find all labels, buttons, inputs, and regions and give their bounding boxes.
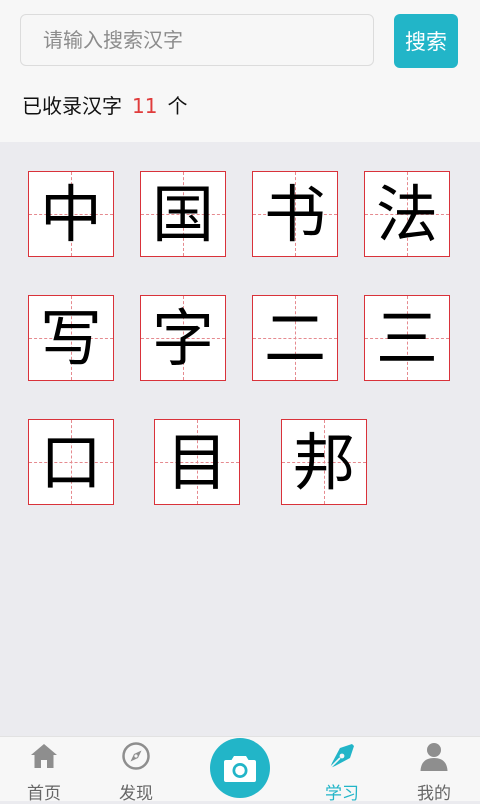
character-glyph: 写 [39,302,102,375]
nav-item-study[interactable]: 学习 [302,737,382,804]
nav-label-mine: 我的 [417,784,451,804]
search-input[interactable] [20,14,374,66]
character-cell[interactable]: 法 [364,171,450,257]
nav-item-home[interactable]: 首页 [4,737,84,804]
nav-item-discover[interactable]: 发现 [96,737,176,804]
count-suffix: 个 [167,94,188,118]
nav-label-discover: 发现 [119,784,153,804]
character-cell[interactable]: 邦 [281,419,367,505]
character-cell[interactable]: 字 [140,295,226,381]
character-cell[interactable]: 书 [252,171,338,257]
compass-icon [122,742,150,770]
character-glyph: 书 [263,178,326,251]
camera-icon [224,756,256,782]
character-cell[interactable]: 口 [28,419,114,505]
character-glyph: 二 [263,302,326,375]
character-glyph: 邦 [292,426,355,499]
character-cell[interactable]: 写 [28,295,114,381]
nav-label-home: 首页 [27,784,61,804]
collected-count-line: 已收录汉字 11 个 [22,90,187,119]
nav-label-study: 学习 [325,784,359,804]
character-glyph: 字 [151,302,214,375]
nav-item-mine[interactable]: 我的 [394,737,474,804]
character-cell[interactable]: 中 [28,171,114,257]
character-cell[interactable]: 二 [252,295,338,381]
character-glyph: 国 [151,178,214,251]
character-glyph: 三 [375,302,438,375]
character-glyph: 目 [165,426,228,499]
character-glyph: 法 [375,178,438,251]
character-glyph: 中 [39,178,102,251]
character-cell[interactable]: 国 [140,171,226,257]
header: 搜索 已收录汉字 11 个 [0,0,480,142]
camera-button[interactable] [210,738,270,798]
character-cell[interactable]: 三 [364,295,450,381]
count-prefix: 已收录汉字 [22,94,122,118]
search-button[interactable]: 搜索 [394,14,458,68]
pen-nib-icon [329,744,354,769]
home-icon [31,744,57,768]
user-icon [420,743,448,771]
character-glyph: 口 [39,426,102,499]
count-number: 11 [132,94,158,118]
character-cell[interactable]: 目 [154,419,240,505]
